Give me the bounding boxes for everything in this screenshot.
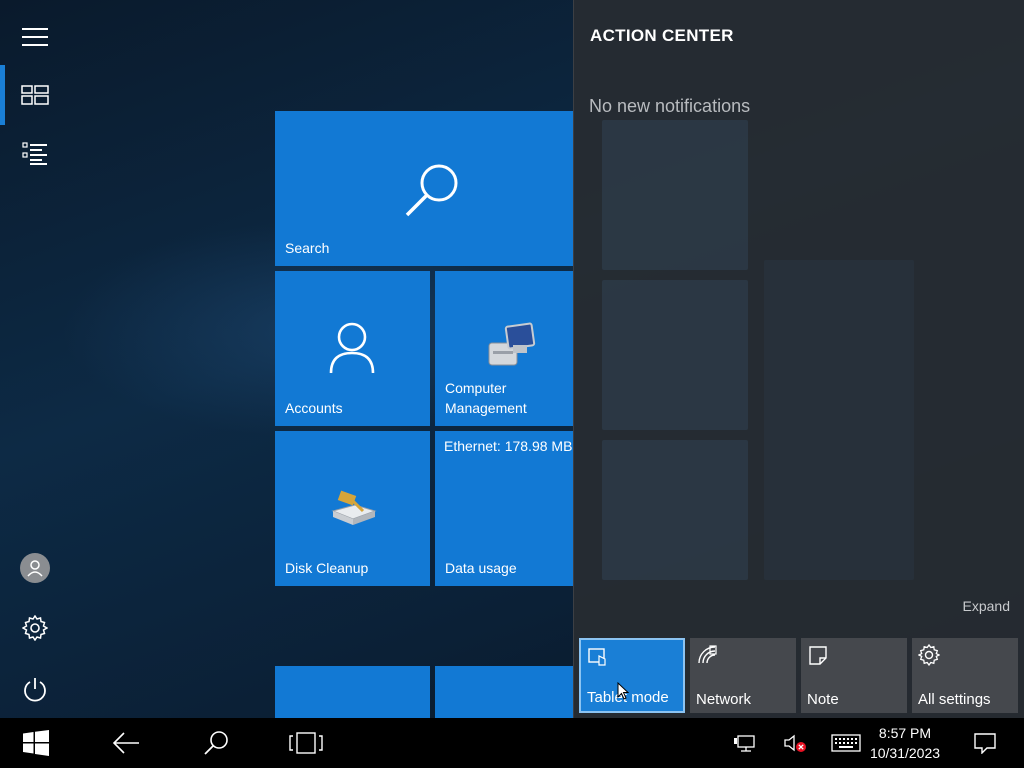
- search-icon: [405, 164, 458, 217]
- network-monitor-icon: [734, 735, 755, 752]
- action-center-title: ACTION CENTER: [590, 26, 734, 45]
- computer-management-icon: [488, 322, 536, 366]
- taskbar: 8:57 PM 10/31/2023: [0, 718, 1024, 768]
- search-tile-label: Search: [285, 240, 330, 256]
- network-icon: [698, 645, 717, 664]
- note-icon: [809, 646, 827, 665]
- expand-link[interactable]: Expand: [963, 598, 1010, 614]
- start-button[interactable]: [0, 718, 72, 768]
- clock-date: 10/31/2023: [869, 745, 941, 761]
- computer-management-tile-label: Computer Management: [445, 380, 527, 416]
- task-view-icon: [289, 732, 323, 754]
- hamburger-menu-icon: [22, 28, 48, 46]
- disk-cleanup-icon: [331, 490, 377, 525]
- gear-icon: [22, 615, 48, 641]
- quick-action-label: All settings: [918, 691, 991, 708]
- power-icon: [24, 678, 46, 702]
- tiles-view-icon: [21, 85, 49, 105]
- taskbar-search-button[interactable]: [180, 718, 252, 768]
- ethernet-usage-value: Ethernet: 178.98 MB: [444, 438, 573, 454]
- partial-tile-2[interactable]: [435, 666, 574, 718]
- tablet-mode-icon: [588, 648, 606, 666]
- quick-action-label: Note: [807, 691, 839, 708]
- background-ghost-tile: [602, 120, 748, 270]
- quick-action-tablet-mode[interactable]: Tablet mode: [579, 638, 685, 713]
- person-icon: [329, 322, 375, 374]
- all-apps-list-icon: [22, 142, 47, 165]
- quick-action-network[interactable]: Network: [690, 638, 796, 713]
- action-center-button[interactable]: [960, 718, 1010, 768]
- windows-start-icon: [23, 730, 49, 756]
- action-center-icon: [974, 733, 996, 754]
- search-icon: [204, 731, 228, 755]
- background-ghost-tile: [602, 280, 748, 430]
- taskbar-clock[interactable]: 8:57 PM 10/31/2023: [860, 723, 950, 763]
- quick-action-label: Network: [696, 691, 752, 708]
- disk-cleanup-tile[interactable]: Disk Cleanup: [275, 431, 430, 586]
- power-button[interactable]: [0, 661, 70, 717]
- hamburger-menu-button[interactable]: [0, 9, 70, 65]
- mouse-cursor-icon: [617, 682, 629, 700]
- data-usage-tile-label: Data usage: [445, 560, 517, 576]
- background-ghost-window: [764, 260, 914, 580]
- all-apps-button[interactable]: [0, 126, 70, 182]
- user-avatar-icon: [20, 553, 50, 583]
- data-usage-tile[interactable]: Ethernet: 178.98 MB Data usage: [435, 431, 574, 586]
- gear-icon: [918, 644, 940, 666]
- accounts-tile[interactable]: Accounts: [275, 271, 430, 426]
- quick-action-all-settings[interactable]: All settings: [912, 638, 1018, 713]
- back-button[interactable]: [90, 718, 162, 768]
- action-center-panel: ACTION CENTER No new notifications Expan…: [573, 0, 1024, 718]
- task-view-button[interactable]: [270, 718, 342, 768]
- no-notifications-message: No new notifications: [589, 96, 751, 116]
- tiles-view-button[interactable]: [0, 67, 70, 123]
- settings-button[interactable]: [0, 600, 70, 656]
- back-arrow-icon: [112, 732, 139, 754]
- network-tray-button[interactable]: [728, 718, 762, 768]
- accounts-tile-label: Accounts: [285, 400, 343, 416]
- partial-tile-1[interactable]: [275, 666, 430, 718]
- quick-action-note[interactable]: Note: [801, 638, 907, 713]
- touch-keyboard-icon: [831, 734, 861, 752]
- user-account-button[interactable]: [0, 540, 70, 596]
- start-left-rail: [0, 0, 70, 718]
- computer-management-tile[interactable]: Computer Management: [435, 271, 574, 426]
- search-tile[interactable]: Search: [275, 111, 574, 266]
- clock-time: 8:57 PM: [878, 725, 932, 741]
- background-ghost-tile: [602, 440, 748, 580]
- disk-cleanup-tile-label: Disk Cleanup: [285, 560, 369, 576]
- volume-muted-icon: [784, 734, 806, 752]
- volume-tray-button[interactable]: [778, 718, 812, 768]
